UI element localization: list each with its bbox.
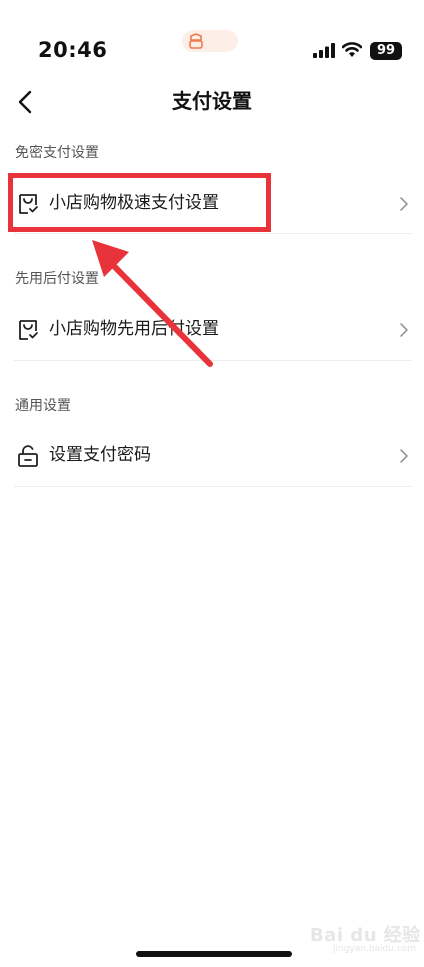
shopping-bag-check-icon <box>19 194 38 214</box>
cellular-signal-icon <box>313 43 335 58</box>
battery-indicator: 99 <box>370 42 402 60</box>
chevron-right-icon <box>400 323 408 337</box>
row-pay-later-settings[interactable]: 小店购物先用后付设置 <box>14 300 410 358</box>
shopping-bag-check-icon <box>19 320 38 340</box>
row-set-payment-password[interactable]: 设置支付密码 <box>14 426 410 484</box>
section-header-pay-later: 先用后付设置 <box>15 271 99 287</box>
section-header-general: 通用设置 <box>15 398 71 414</box>
notification-pill: ​ <box>182 30 238 52</box>
app-notification-icon <box>189 33 203 49</box>
row-label: 小店购物极速支付设置 <box>49 193 219 213</box>
section-header-password-free: 免密支付设置 <box>15 145 99 161</box>
page-title: 支付设置 <box>172 89 252 113</box>
wifi-icon <box>342 42 362 57</box>
chevron-right-icon <box>400 449 408 463</box>
row-divider <box>14 360 412 361</box>
row-divider <box>14 233 412 234</box>
status-bar: 20:46 ​ 99 <box>0 0 424 80</box>
lock-icon <box>18 445 38 467</box>
back-button[interactable] <box>10 86 42 118</box>
row-label: 小店购物先用后付设置 <box>49 319 219 339</box>
chevron-right-icon <box>400 197 408 211</box>
home-indicator[interactable] <box>136 951 292 957</box>
row-label: 设置支付密码 <box>49 445 151 465</box>
row-quick-pay-settings[interactable]: 小店购物极速支付设置 <box>14 174 410 232</box>
row-divider <box>14 486 412 487</box>
watermark-url: jingyan.baidu.com <box>333 944 417 954</box>
status-time: 20:46 <box>38 38 108 62</box>
